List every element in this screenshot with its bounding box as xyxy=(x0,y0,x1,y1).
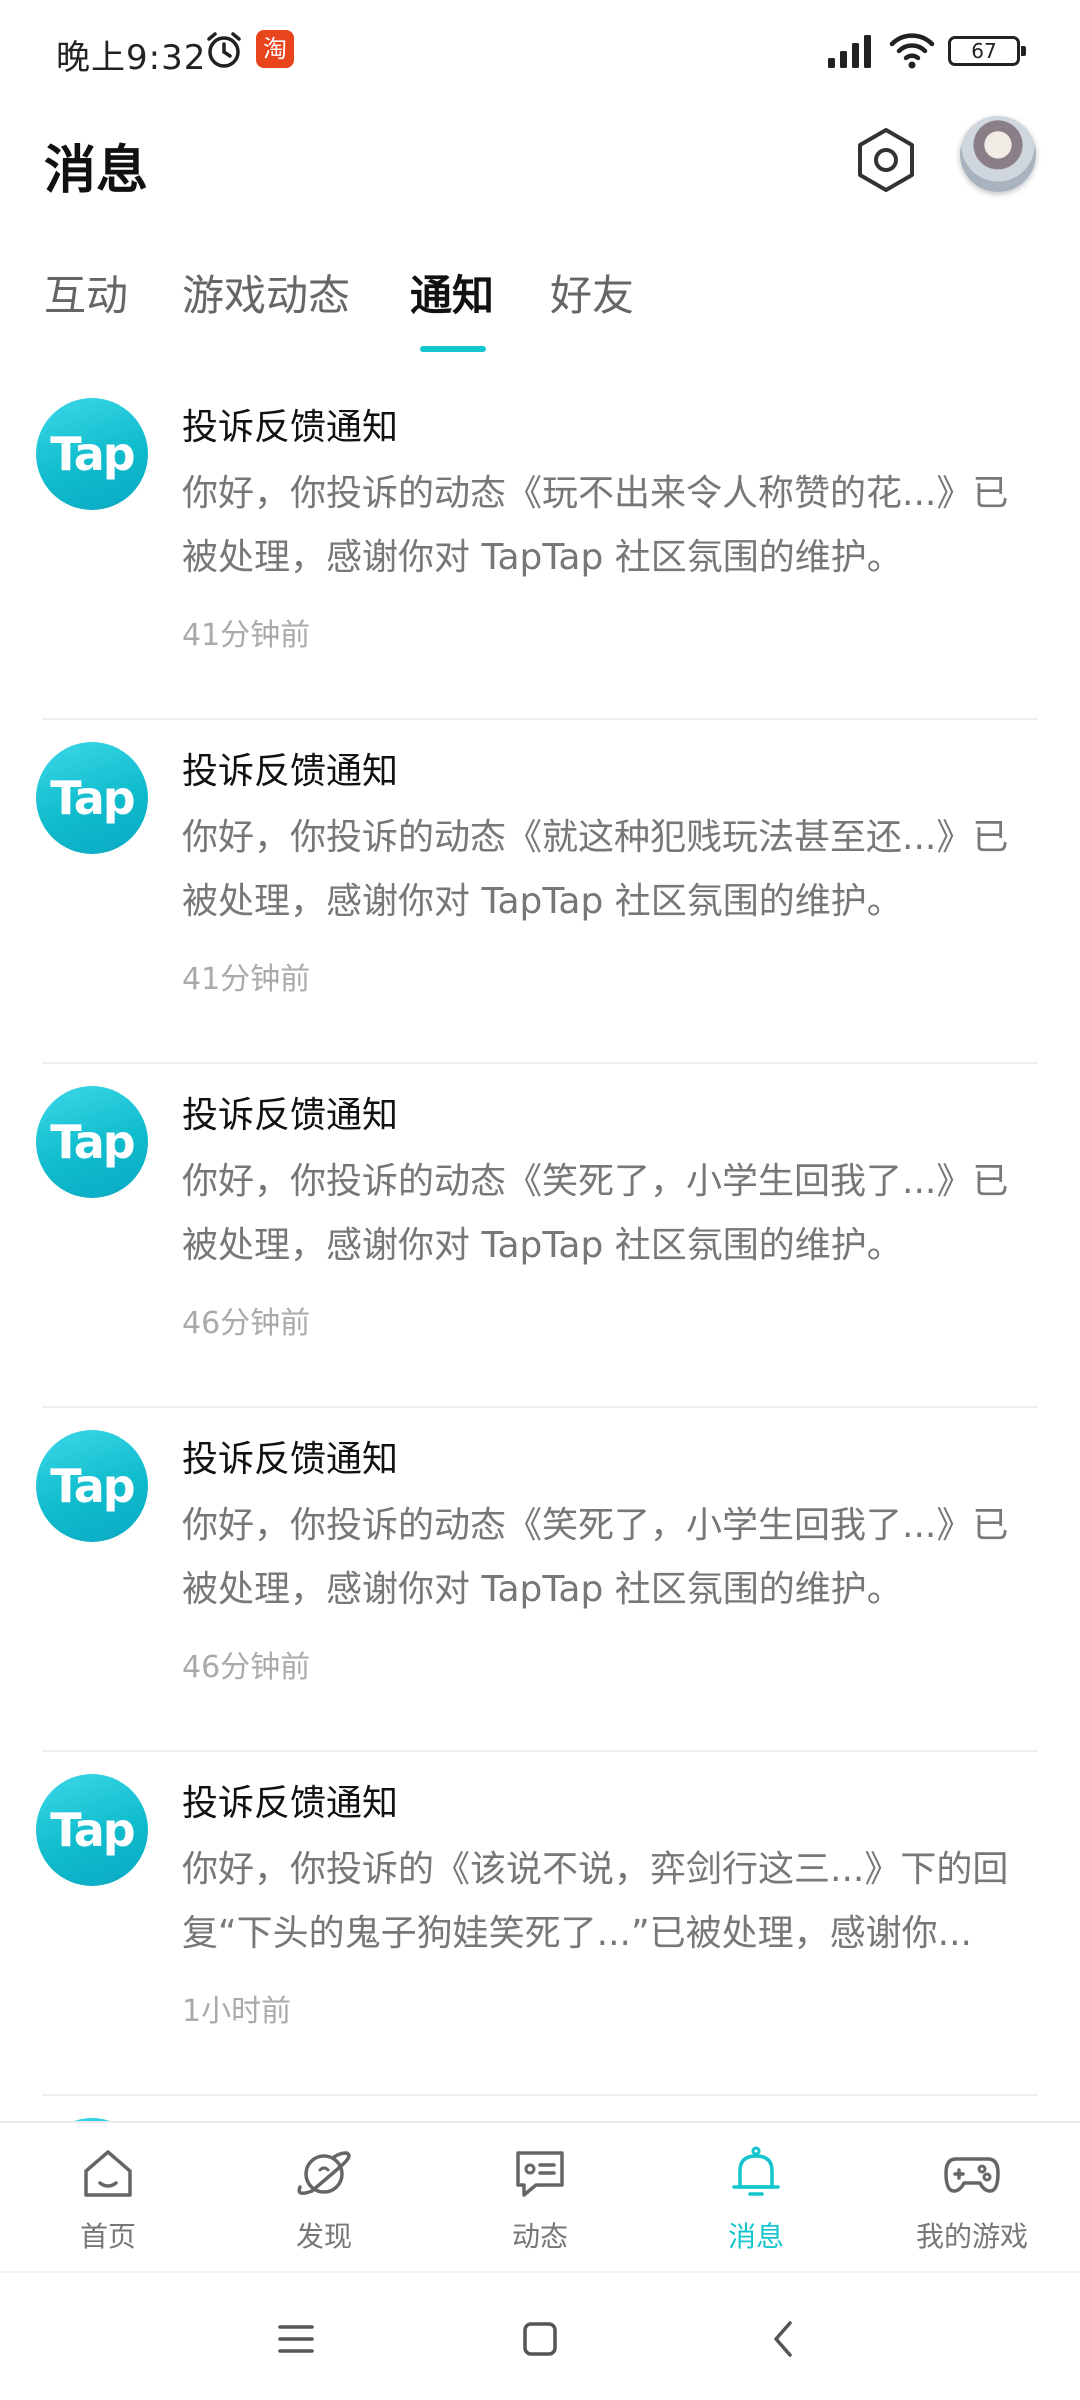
settings-icon[interactable] xyxy=(852,126,920,194)
list-item[interactable]: Tap 投诉反馈通知 你好，你投诉的动态《就这种犯贱玩法甚至还...》已被处理，… xyxy=(0,720,1080,1064)
notification-time: 46分钟前 xyxy=(182,1650,311,1685)
status-bar: 晚上9:32 淘 67 xyxy=(0,0,1080,100)
active-tab-indicator xyxy=(420,346,486,352)
logo-text: Tap xyxy=(50,427,135,481)
notification-title: 投诉反馈通知 xyxy=(182,1095,399,1136)
tab-friends[interactable]: 好友 xyxy=(550,262,634,323)
menu-icon[interactable] xyxy=(266,2309,326,2369)
taobao-icon: 淘 xyxy=(256,30,294,68)
taptap-logo-icon: Tap xyxy=(36,1774,148,1886)
avatar[interactable] xyxy=(960,116,1036,192)
notification-body: 你好，你投诉的《该说不说，弈剑行这三...》下的回复“下头的鬼子狗娃笑死了...… xyxy=(182,1849,1009,1954)
bottom-nav: 首页 发现 动态 消息 我的游戏 xyxy=(0,2121,1080,2271)
nav-my-games[interactable]: 我的游戏 xyxy=(902,2143,1042,2263)
notification-body: 你好，你投诉的动态《就这种犯贱玩法甚至还...》已被处理，感谢你对 TapTap… xyxy=(182,817,1009,922)
back-icon[interactable] xyxy=(754,2309,814,2369)
planet-icon xyxy=(297,2151,351,2195)
notification-time: 41分钟前 xyxy=(182,962,311,997)
notification-time: 41分钟前 xyxy=(182,618,311,653)
list-item[interactable]: Tap 投诉反馈通知 你好，你投诉的动态《笑死了，小学生回我了...》已被处理，… xyxy=(0,1064,1080,1408)
chat-icon xyxy=(516,2151,564,2197)
home-icon xyxy=(84,2150,132,2197)
alarm-icon xyxy=(207,32,241,68)
notification-time: 46分钟前 xyxy=(182,1306,311,1341)
tab-interaction[interactable]: 互动 xyxy=(44,262,128,323)
wifi-icon xyxy=(889,33,935,69)
nav-label: 消息 xyxy=(727,2220,784,2253)
status-time: 晚上9:32 xyxy=(56,38,207,78)
logo-text: Tap xyxy=(50,1803,135,1857)
nav-label: 我的游戏 xyxy=(915,2220,1028,2253)
taptap-logo-icon: Tap xyxy=(36,742,148,854)
taptap-logo-icon: Tap xyxy=(36,398,148,510)
home-button-icon[interactable] xyxy=(510,2309,570,2369)
page-title: 消息 xyxy=(44,141,149,201)
notification-body: 你好，你投诉的动态《玩不出来令人称赞的花...》已被处理，感谢你对 TapTap… xyxy=(182,473,1009,578)
notification-title: 投诉反馈通知 xyxy=(182,1783,399,1824)
notification-body: 你好，你投诉的动态《笑死了，小学生回我了...》已被处理，感谢你对 TapTap… xyxy=(182,1505,1009,1610)
list-item[interactable]: Tap 投诉反馈通知 你好，你投诉的动态《笑死了，小学生回我了...》已被处理，… xyxy=(0,1408,1080,1752)
notification-time: 1小时前 xyxy=(182,1994,292,2029)
tab-bar: 互动 游戏动态 通知 好友 xyxy=(0,262,1080,362)
list-item[interactable]: Tap 投诉反馈通知 你好，你投诉的动态《玩不出来令人称赞的花...》已被处理，… xyxy=(0,376,1080,720)
taptap-logo-icon: Tap xyxy=(36,1086,148,1198)
signal-icon xyxy=(828,35,871,68)
bell-icon xyxy=(732,2146,780,2196)
notification-title: 投诉反馈通知 xyxy=(182,407,399,448)
logo-text: Tap xyxy=(50,771,135,825)
nav-feed[interactable]: 动态 xyxy=(470,2143,610,2263)
list-item[interactable] xyxy=(0,2096,1080,2121)
tab-game-updates[interactable]: 游戏动态 xyxy=(182,262,350,323)
system-nav-bar xyxy=(0,2271,1080,2400)
battery-icon: 67 xyxy=(948,36,1026,66)
logo-text: Tap xyxy=(50,1115,135,1169)
notification-body: 你好，你投诉的动态《笑死了，小学生回我了...》已被处理，感谢你对 TapTap… xyxy=(182,1161,1009,1266)
nav-label: 首页 xyxy=(79,2220,136,2253)
nav-discover[interactable]: 发现 xyxy=(254,2143,394,2263)
nav-label: 发现 xyxy=(295,2220,352,2253)
nav-home[interactable]: 首页 xyxy=(38,2143,178,2263)
notification-list[interactable]: Tap 投诉反馈通知 你好，你投诉的动态《玩不出来令人称赞的花...》已被处理，… xyxy=(0,376,1080,2121)
list-item[interactable]: Tap 投诉反馈通知 你好，你投诉的《该说不说，弈剑行这三...》下的回复“下头… xyxy=(0,1752,1080,2096)
nav-label: 动态 xyxy=(511,2220,568,2253)
tab-notifications[interactable]: 通知 xyxy=(410,262,494,323)
logo-text: Tap xyxy=(50,1459,135,1513)
battery-level: 67 xyxy=(971,39,997,63)
notification-title: 投诉反馈通知 xyxy=(182,751,399,792)
notification-title: 投诉反馈通知 xyxy=(182,1439,399,1480)
taptap-logo-icon: Tap xyxy=(36,1430,148,1542)
gamepad-icon xyxy=(944,2157,1000,2193)
nav-messages[interactable]: 消息 xyxy=(686,2143,826,2263)
